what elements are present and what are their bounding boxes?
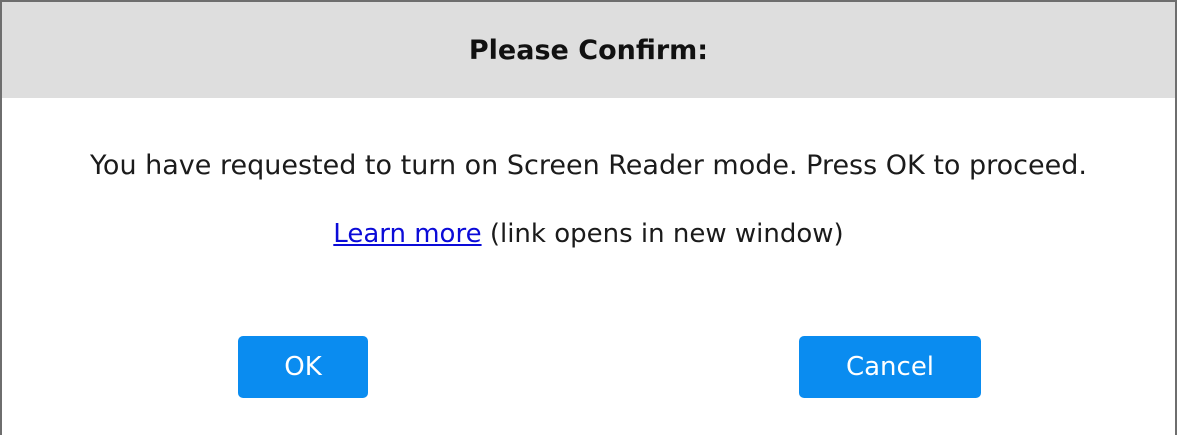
confirm-dialog: Please Confirm: You have requested to tu… [0,0,1177,435]
dialog-title: Please Confirm: [468,34,709,66]
cancel-button[interactable]: Cancel [799,336,981,398]
dialog-message: You have requested to turn on Screen Rea… [90,150,1087,181]
ok-button[interactable]: OK [238,336,368,398]
learn-more-note: (link opens in new window) [489,219,844,249]
learn-more-link[interactable]: Learn more [333,219,481,249]
learn-more-row: Learn more (link opens in new window) [2,219,1175,249]
dialog-header: Please Confirm: [2,2,1175,98]
